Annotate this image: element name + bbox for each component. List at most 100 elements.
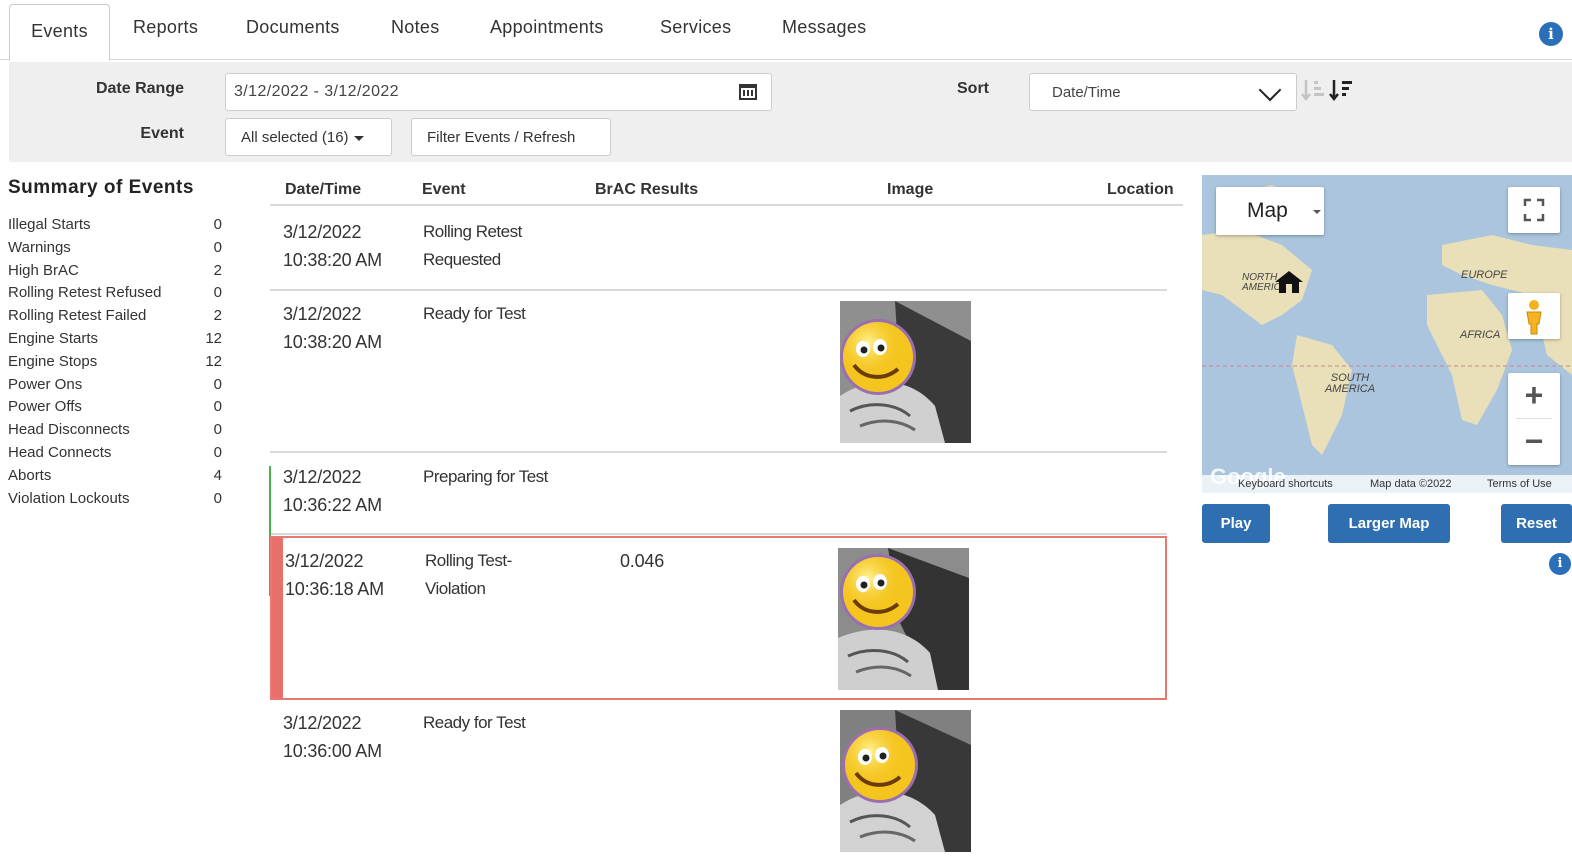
tab-messages[interactable]: Messages <box>782 17 866 38</box>
summary-item: Head Disconnects 0 <box>8 421 222 443</box>
map-data-attribution: Map data ©2022 <box>1370 478 1452 490</box>
row-divider <box>270 289 1167 291</box>
summary-item-count: 0 <box>213 489 222 507</box>
summary-item: Rolling Retest Failed 2 <box>8 307 222 329</box>
tab-notes[interactable]: Notes <box>391 17 440 38</box>
row-date: 3/12/2022 <box>283 222 362 242</box>
sort-descending-icon[interactable] <box>1329 79 1355 105</box>
row-time: 10:36:22 AM <box>283 495 382 515</box>
row-event-cont: Requested <box>423 250 501 269</box>
row-event: Rolling Test- <box>425 551 512 570</box>
summary-item-label: Head Connects <box>8 444 112 461</box>
home-location-icon[interactable] <box>1272 269 1306 295</box>
col-header-brac[interactable]: BrAC Results <box>595 181 698 199</box>
fullscreen-icon <box>1523 198 1545 222</box>
summary-item: Engine Starts 12 <box>8 330 222 352</box>
row-time: 10:38:20 AM <box>283 332 382 352</box>
row-date: 3/12/2022 <box>285 551 364 571</box>
event-label: Event <box>140 125 184 142</box>
summary-title: Summary of Events <box>8 177 194 198</box>
event-select[interactable]: All selected (16) <box>225 118 392 156</box>
play-button[interactable]: Play <box>1202 504 1270 543</box>
summary-item-count: 0 <box>213 398 222 416</box>
summary-item: Warnings 0 <box>8 239 222 261</box>
event-photo[interactable] <box>838 548 969 690</box>
summary-item-count: 12 <box>205 352 222 370</box>
tab-events[interactable]: Events <box>9 4 110 61</box>
summary-item-count: 2 <box>213 307 222 325</box>
col-header-datetime[interactable]: Date/Time <box>285 181 361 199</box>
summary-item-label: Aborts <box>8 466 52 484</box>
chevron-down-icon <box>1258 78 1282 102</box>
row-divider <box>270 451 1167 453</box>
tab-services[interactable]: Services <box>660 17 731 38</box>
summary-item-label: High BrAC <box>8 261 79 279</box>
summary-item: Illegal Starts 0 <box>8 216 222 238</box>
sort-label: Sort <box>957 80 989 97</box>
row-event: Ready for Test <box>423 713 526 732</box>
fullscreen-button[interactable] <box>1508 187 1560 233</box>
summary-item: Aborts 4 <box>8 467 222 489</box>
summary-item-count: 0 <box>213 375 222 393</box>
event-photo[interactable] <box>840 301 971 443</box>
keyboard-shortcuts-link[interactable]: Keyboard shortcuts <box>1238 478 1333 490</box>
summary-item: Violation Lockouts 0 <box>8 490 222 512</box>
summary-item-label: Power Offs <box>8 398 82 416</box>
map-label-europe: EUROPE <box>1461 269 1508 281</box>
summary-item: Head Connects 0 <box>8 444 222 466</box>
info-icon[interactable]: i <box>1539 22 1563 46</box>
row-divider <box>270 533 1167 535</box>
row-time: 10:38:20 AM <box>283 250 382 270</box>
zoom-in-button[interactable]: + <box>1508 373 1560 419</box>
map-label-africa: AFRICA <box>1460 329 1501 341</box>
col-header-image: Image <box>887 181 934 198</box>
date-range-label: Date Range <box>95 80 184 97</box>
map-label-south-america: SOUTH AMERICA <box>1324 372 1376 395</box>
sort-select[interactable]: Date/Time <box>1029 73 1297 111</box>
row-brac-result: 0.046 <box>620 551 665 571</box>
row-time: 10:36:00 AM <box>283 741 382 761</box>
filter-bar: Date Range 3/12/2022 - 3/12/2022 Event A… <box>9 62 1572 162</box>
header-divider <box>270 204 1183 206</box>
event-photo[interactable] <box>840 710 971 852</box>
summary-item: High BrAC 2 <box>8 262 222 284</box>
summary-item-count: 4 <box>213 466 222 484</box>
map-info-icon[interactable]: i <box>1549 553 1571 575</box>
date-range-input[interactable]: 3/12/2022 - 3/12/2022 <box>225 73 772 111</box>
filter-events-refresh-button[interactable]: Filter Events / Refresh <box>411 118 611 156</box>
col-header-event[interactable]: Event <box>422 181 466 199</box>
map-view[interactable]: Map NORTH AMERICA EUROPE AFRICA SOUTH AM… <box>1202 175 1572 493</box>
row-date: 3/12/2022 <box>283 713 362 733</box>
map-type-select[interactable]: Map <box>1216 187 1324 235</box>
row-event: Preparing for Test <box>423 467 548 486</box>
tab-documents[interactable]: Documents <box>246 17 340 38</box>
sort-ascending-icon[interactable] <box>1301 79 1327 105</box>
larger-map-button[interactable]: Larger Map <box>1328 504 1450 543</box>
map-type-label: Map <box>1247 199 1288 222</box>
row-time: 10:36:18 AM <box>285 579 384 599</box>
street-view-pegman[interactable] <box>1508 293 1560 339</box>
summary-item-label: Engine Starts <box>8 330 99 347</box>
row-date: 3/12/2022 <box>283 304 362 324</box>
terms-of-use-link[interactable]: Terms of Use <box>1487 478 1552 490</box>
caret-down-icon <box>353 135 364 141</box>
tab-appointments[interactable]: Appointments <box>490 17 604 38</box>
calendar-icon[interactable] <box>739 84 757 100</box>
summary-item-label: Rolling Retest Failed <box>8 307 147 325</box>
tab-bar: Events Reports Documents Notes Appointme… <box>0 0 1572 61</box>
sort-select-value: Date/Time <box>1052 84 1121 101</box>
caret-down-icon <box>1313 210 1321 214</box>
reset-button[interactable]: Reset <box>1501 504 1572 543</box>
map-footer: Keyboard shortcuts Map data ©2022 Terms … <box>1202 475 1572 493</box>
summary-item: Power Ons 0 <box>8 376 222 398</box>
summary-item-label: Warnings <box>8 238 71 256</box>
zoom-out-button[interactable]: − <box>1508 419 1560 465</box>
col-header-location[interactable]: Location <box>1107 181 1174 199</box>
event-select-value: All selected (16) <box>241 129 349 146</box>
summary-item: Rolling Retest Refused 0 <box>8 284 222 306</box>
tab-reports[interactable]: Reports <box>133 17 198 38</box>
summary-item-count: 0 <box>213 238 222 256</box>
summary-item-count: 0 <box>213 216 222 233</box>
summary-item-count: 0 <box>213 284 222 302</box>
pegman-icon <box>1526 300 1542 335</box>
